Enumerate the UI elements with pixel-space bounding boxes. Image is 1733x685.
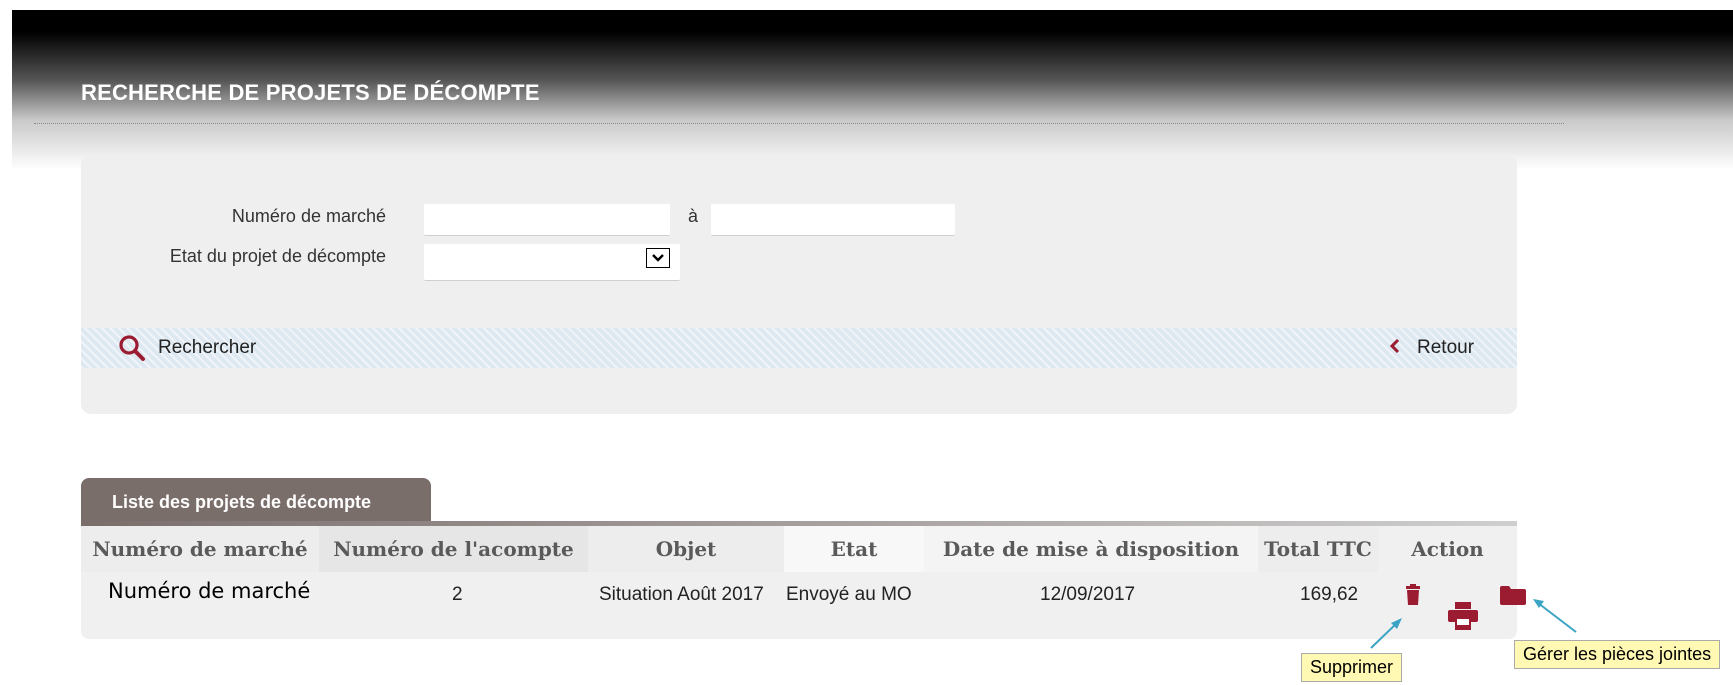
arrow-to-folder [1537,602,1577,633]
annotation-arrows [1370,599,1577,649]
tooltip-pieces-jointes: Gérer les pièces jointes [1514,640,1721,669]
tooltip-supprimer: Supprimer [1301,653,1403,682]
